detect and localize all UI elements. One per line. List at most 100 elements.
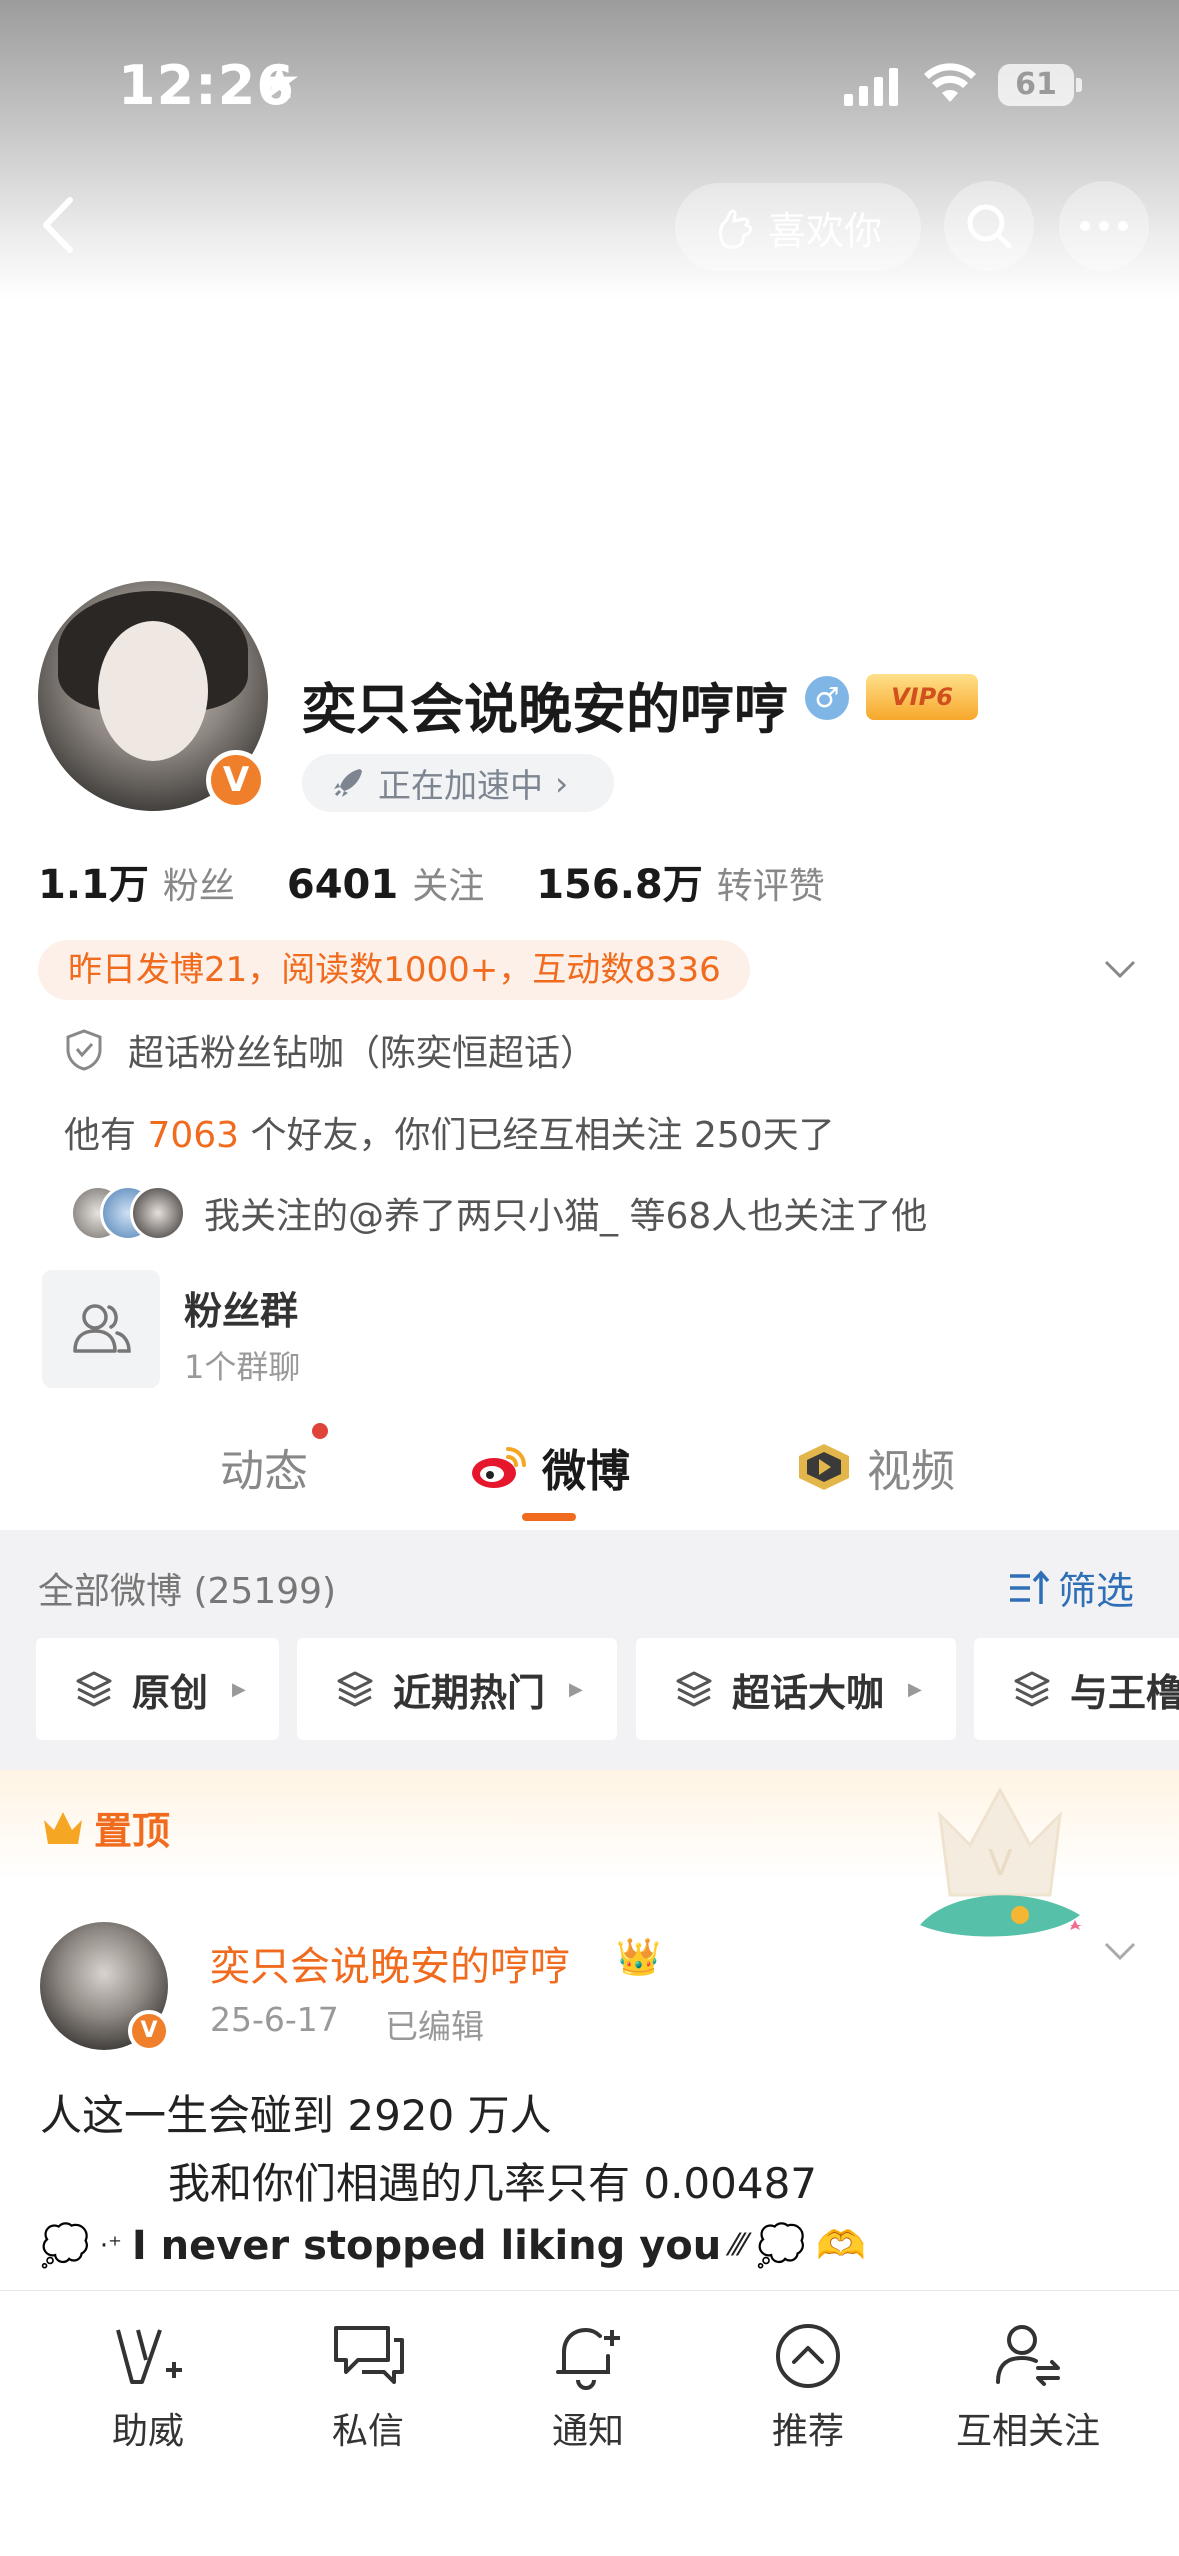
chevron-right-icon: › — [555, 763, 569, 803]
message-button[interactable]: 私信 — [268, 2316, 468, 2454]
verified-v-icon: V — [206, 750, 266, 810]
following-label[interactable]: 关注 — [412, 857, 484, 909]
sparkle-icon: ·⁺ — [99, 2230, 122, 2261]
supertopic-line[interactable]: 超话粉丝钻咖（陈奕恒超话） — [64, 1022, 596, 1078]
member-crown-icon: 👑 — [616, 1937, 661, 1978]
message-icon — [334, 2326, 404, 2384]
mutual-followers-line[interactable]: 我关注的@养了两只小猫_ 等68人也关注了他 — [70, 1183, 927, 1243]
mutual-follow-label: 互相关注 — [955, 2411, 1100, 2452]
chip-supertopic[interactable]: 超话大咖 ▶ — [636, 1638, 956, 1740]
notify-label: 通知 — [551, 2411, 624, 2452]
shield-icon — [66, 1029, 102, 1071]
bell-icon — [556, 2327, 620, 2390]
post-edited-label: 已编辑 — [385, 2007, 484, 2046]
mini-avatar — [130, 1185, 186, 1241]
post-english-text: I never stopped liking you — [131, 2222, 722, 2269]
rocket-icon — [334, 769, 362, 797]
filter-label: 筛选 — [1058, 1569, 1135, 1613]
battery-indicator: 61 — [998, 64, 1074, 106]
cheer-icon — [116, 2329, 182, 2384]
fans-label[interactable]: 粉丝 — [163, 857, 235, 909]
hand-heart-icon — [718, 209, 752, 249]
friends-count[interactable]: 7063 — [147, 1115, 239, 1156]
tab-weibo-label: 微博 — [542, 1446, 630, 1497]
interactions-count[interactable]: 156.8万 — [536, 852, 703, 910]
chip-label: 原创 — [132, 1670, 209, 1715]
mutual-avatars — [70, 1185, 186, 1241]
signal-icon — [844, 68, 898, 106]
chip-original[interactable]: 原创 ▶ — [36, 1638, 279, 1740]
chip-label: 与王橹 — [1070, 1670, 1179, 1715]
video-icon — [799, 1444, 849, 1490]
filter-icon — [1010, 1569, 1050, 1604]
fan-group-title[interactable]: 粉丝群 — [184, 1280, 298, 1335]
tab-weibo[interactable]: 微博 — [470, 1432, 630, 1502]
tab-video[interactable]: 视频 — [795, 1432, 955, 1502]
pinned-label: 置顶 — [40, 1800, 170, 1855]
male-gender-icon: ♂ — [805, 676, 849, 720]
notification-dot — [312, 1423, 328, 1439]
interactions-label[interactable]: 转评赞 — [717, 857, 825, 909]
fans-count[interactable]: 1.1万 — [38, 852, 149, 910]
layers-icon — [676, 1671, 712, 1707]
layers-icon — [337, 1671, 373, 1707]
triangle-right-icon: ▶ — [569, 1678, 583, 1700]
filter-button[interactable]: 筛选 — [1008, 1560, 1134, 1615]
speed-label: 正在加速中 — [378, 766, 543, 805]
supertopic-label: 超话粉丝钻咖（陈奕恒超话） — [128, 1033, 597, 1074]
profile-stats: 1.1万 粉丝 6401 关注 156.8万 转评赞 — [38, 852, 877, 908]
post-menu-chevron-icon[interactable] — [1100, 1930, 1140, 1970]
search-button[interactable] — [944, 181, 1034, 271]
speed-up-pill[interactable]: 正在加速中 › — [302, 754, 614, 812]
tab-video-label: 视频 — [867, 1446, 955, 1497]
fan-group-subtitle: 1个群聊 — [184, 1348, 301, 1386]
post-date: 25-6-17 — [210, 2000, 339, 2039]
post-stats-pill: 昨日发博21，阅读数1000+，互动数8336 — [38, 940, 750, 1000]
all-weibo-count: 全部微博 (25199) — [38, 1571, 337, 1612]
heart-hands-icon: 🫶 — [816, 2223, 866, 2269]
post-text-line: 我和你们相遇的几率只有 0.00487 — [168, 2159, 818, 2208]
slash-deco-icon: ⁄⁄⁄ — [731, 2228, 747, 2263]
vip-badge[interactable]: VIP6 — [866, 674, 978, 720]
message-label: 私信 — [331, 2411, 404, 2452]
fan-group-button[interactable] — [42, 1270, 160, 1388]
profile-name: 奕只会说晚安的哼哼 — [302, 678, 788, 741]
post-text-line-english: 💭 ·⁺ I never stopped liking you ⁄⁄⁄ 💭 🫶 — [40, 2222, 866, 2270]
more-button[interactable] — [1059, 181, 1149, 271]
like-you-label: 喜欢你 — [767, 208, 882, 253]
thought-bubble-icon: 💭 — [756, 2223, 807, 2269]
cheer-button[interactable]: 助威 — [48, 2316, 248, 2454]
crown-decoration-icon: V — [920, 1786, 1082, 1937]
group-icon — [73, 1304, 131, 1353]
friends-line: 他有 7063 个好友，你们已经互相关注 250天了 — [64, 1106, 835, 1158]
thought-bubble-icon: 💭 — [40, 2223, 90, 2269]
post-author-name[interactable]: 奕只会说晚安的哼哼 — [210, 1934, 570, 1992]
following-count[interactable]: 6401 — [287, 862, 398, 908]
chip-label: 近期热门 — [393, 1670, 546, 1715]
more-icon — [1080, 221, 1128, 231]
avatar-face-shape — [98, 621, 208, 761]
tab-dynamics[interactable]: 动态 — [220, 1432, 308, 1502]
triangle-right-icon: ▶ — [232, 1678, 246, 1700]
battery-tip — [1076, 78, 1082, 92]
pinned-text: 置顶 — [94, 1809, 171, 1853]
chip-with-wang[interactable]: 与王橹 — [974, 1638, 1179, 1740]
active-tab-indicator — [522, 1513, 576, 1521]
verified-v-icon: V — [128, 2010, 170, 2052]
layers-icon — [1014, 1671, 1050, 1707]
like-you-button[interactable]: 喜欢你 — [675, 183, 921, 271]
triangle-right-icon: ▶ — [908, 1678, 922, 1700]
friends-suffix: 个好友，你们已经互相关注 250天了 — [239, 1115, 835, 1156]
friends-prefix: 他有 — [64, 1115, 148, 1156]
search-icon — [967, 204, 1012, 249]
recommend-button[interactable]: 推荐 — [708, 2316, 908, 2454]
back-button[interactable] — [32, 190, 92, 260]
mutual-follow-button[interactable]: 互相关注 — [928, 2316, 1128, 2454]
mutual-follow-icon — [996, 2325, 1060, 2386]
wifi-icon — [924, 63, 976, 102]
chip-recent-hot[interactable]: 近期热门 ▶ — [297, 1638, 617, 1740]
notify-button[interactable]: 通知 — [488, 2316, 688, 2454]
tab-dynamics-label: 动态 — [220, 1446, 308, 1497]
layers-icon — [76, 1671, 112, 1707]
chevron-down-icon[interactable] — [1100, 950, 1140, 990]
